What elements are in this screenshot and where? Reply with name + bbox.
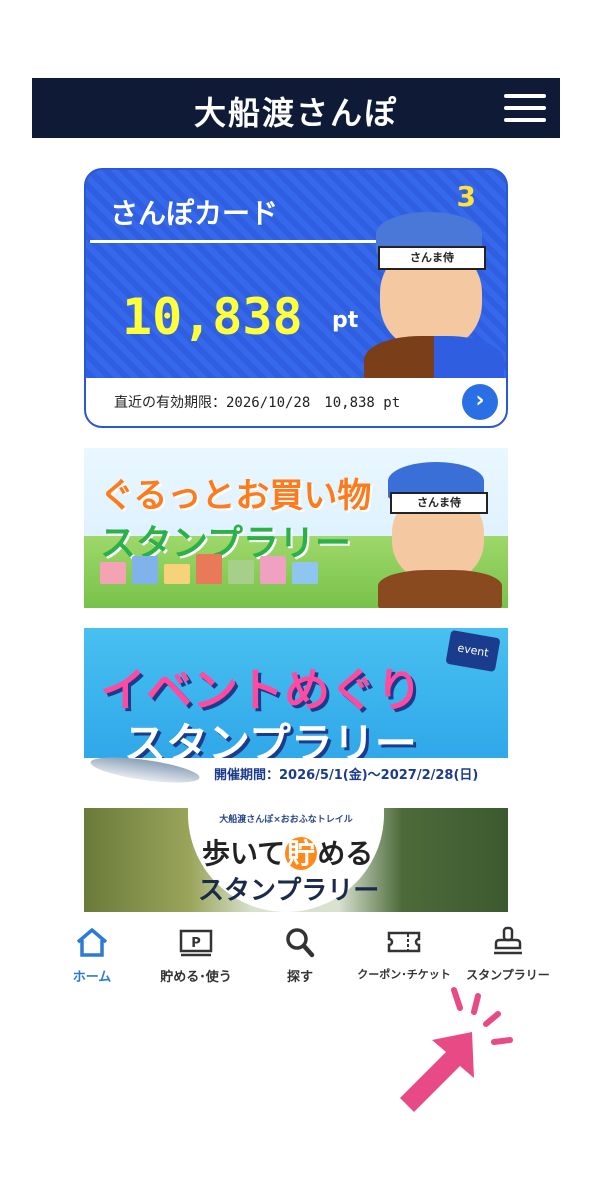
event-flag: event xyxy=(445,629,501,673)
card-footer: 直近の有効期限：2026/10/28 10,838 pt › xyxy=(86,378,506,426)
tab-label: ホーム xyxy=(72,970,112,985)
samurai-character-illustration: さんま侍 xyxy=(358,206,506,396)
search-icon xyxy=(286,928,315,958)
sanma-fish-illustration xyxy=(89,752,201,788)
stamp-icon xyxy=(494,926,522,955)
walk-stamp-rally-banner[interactable]: 大船渡さんぽ×おおふなトレイル 歩いて貯める スタンプラリー xyxy=(84,808,508,912)
banner-title: 歩いて貯める xyxy=(202,837,374,870)
banner-collab-label: 大船渡さんぽ×おおふなトレイル xyxy=(219,815,353,825)
event-period: 開催期間：2026/5/1(金)〜2027/2/28(日) xyxy=(214,768,479,783)
ticket-icon xyxy=(387,931,421,953)
card-points-unit: pt xyxy=(332,308,359,333)
expiry-text: 直近の有効期限：2026/10/28 10,838 pt xyxy=(114,395,401,411)
card-divider xyxy=(90,240,390,243)
character-headband: さんま侍 xyxy=(378,246,486,270)
tab-search[interactable]: 探す xyxy=(248,920,352,990)
banner-subtitle: スタンプラリー xyxy=(198,876,380,906)
town-illustration xyxy=(100,552,340,584)
tap-pointer-arrow-icon xyxy=(400,987,513,1112)
samurai-character-illustration: さんま侍 xyxy=(374,458,504,608)
sanpo-card[interactable]: さんぽカード 3 10,838 pt さんま侍 直近の有効期限：2026/10/… xyxy=(84,168,508,428)
card-points: 10,838 xyxy=(122,288,303,346)
menu-icon[interactable] xyxy=(504,92,546,124)
app-title: 大船渡さんぽ xyxy=(193,94,398,132)
app-header: 大船渡さんぽ xyxy=(32,78,560,138)
banner-title-panel: 大船渡さんぽ×おおふなトレイル 歩いて貯める スタンプラリー xyxy=(188,808,384,912)
tab-earn-use[interactable]: P 貯める･使う xyxy=(144,920,248,990)
gurutto-stamp-rally-banner[interactable]: ぐるっとお買い物 スタンプラリー さんま侍 xyxy=(84,448,508,608)
event-stamp-rally-banner[interactable]: event イベントめぐり スタンプラリー 開催期間：2026/5/1(金)〜2… xyxy=(84,628,508,788)
svg-text:P: P xyxy=(191,936,201,951)
tab-home[interactable]: ホーム xyxy=(40,920,144,990)
banner-title: ぐるっとお買い物 xyxy=(100,476,372,516)
tab-label: 貯める･使う xyxy=(160,970,232,985)
character-headband: さんま侍 xyxy=(390,492,488,514)
point-card-icon: P xyxy=(179,929,213,957)
tab-label: 探す xyxy=(286,970,313,985)
home-icon xyxy=(76,928,108,957)
event-period-bar: 開催期間：2026/5/1(金)〜2027/2/28(日) xyxy=(84,752,508,788)
chevron-right-icon[interactable]: › xyxy=(462,384,498,420)
card-title: さんぽカード xyxy=(110,197,279,230)
